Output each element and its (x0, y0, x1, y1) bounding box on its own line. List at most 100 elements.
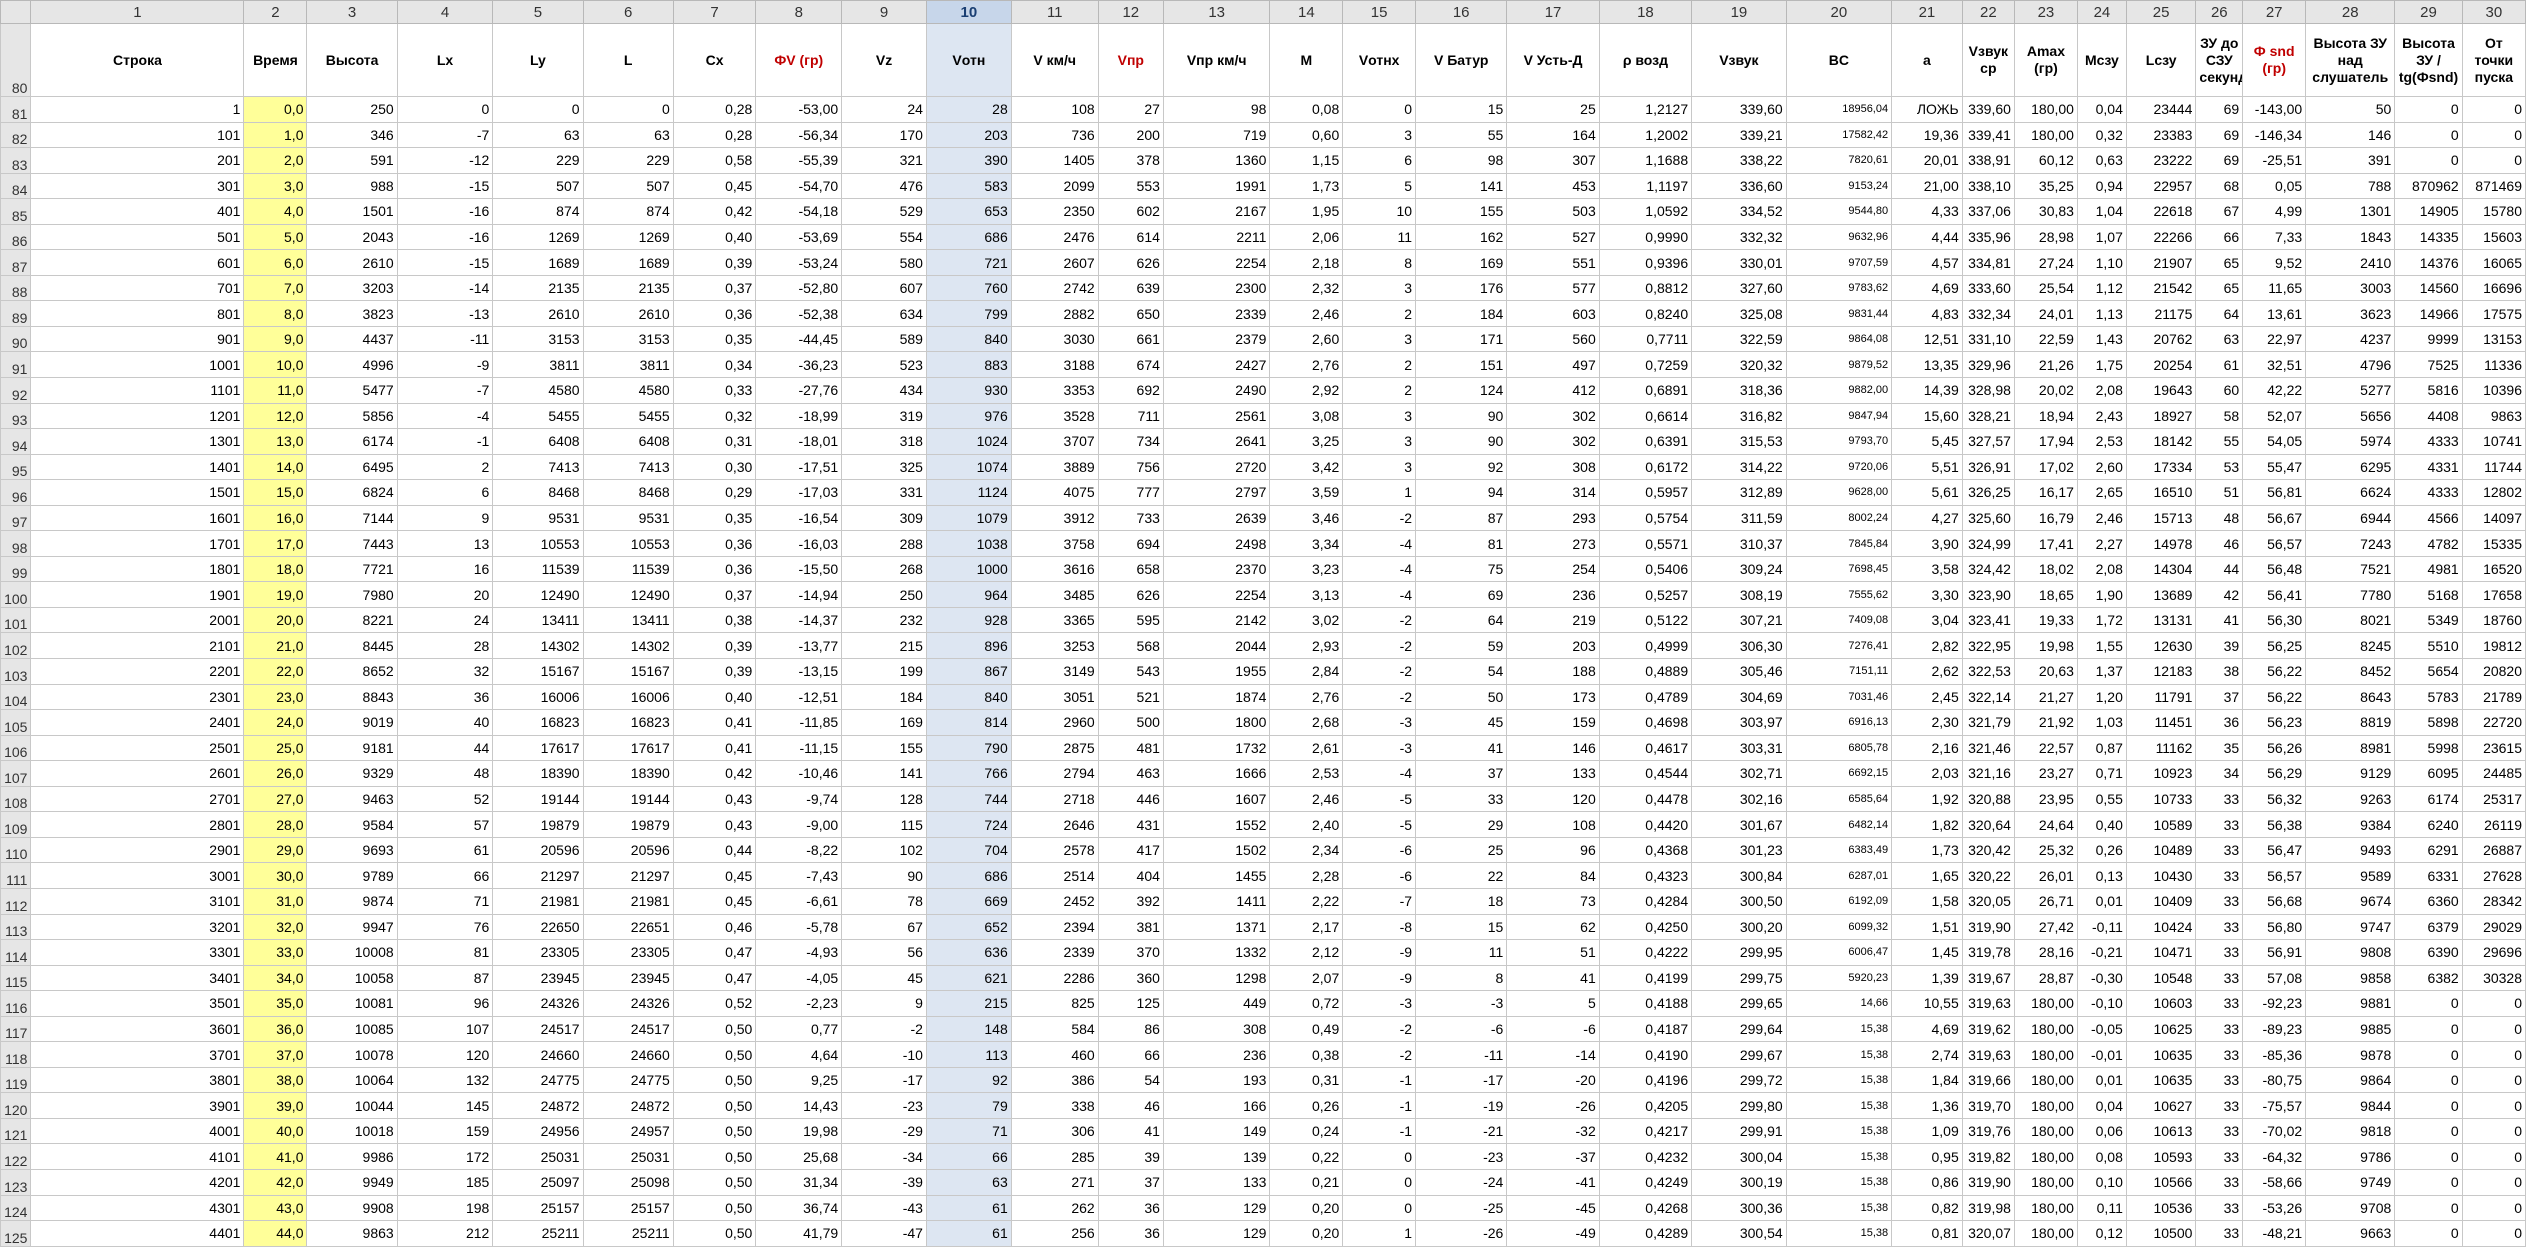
column-header[interactable]: Ф snd (гр) (2242, 23, 2307, 97)
cell[interactable]: 8 (1415, 964, 1508, 992)
cell[interactable]: 6805,78 (1785, 734, 1893, 762)
column-header[interactable]: Vзвук (1691, 23, 1787, 97)
cell[interactable]: 51 (2195, 479, 2244, 506)
cell[interactable]: 3707 (1010, 428, 1099, 455)
cell[interactable]: 25317 (2461, 785, 2526, 813)
column-number-14[interactable]: 14 (1269, 0, 1344, 24)
cell[interactable]: 0,34 (672, 351, 757, 379)
cell[interactable]: 4782 (2394, 530, 2463, 557)
cell[interactable]: 15780 (2461, 198, 2526, 225)
cell[interactable]: 901 (30, 325, 245, 353)
row-number[interactable]: 88 (0, 274, 32, 302)
cell[interactable]: 2639 (1162, 504, 1271, 532)
cell[interactable]: 0,41 (672, 709, 757, 736)
cell[interactable]: 14905 (2394, 198, 2463, 225)
cell[interactable]: 0,36 (672, 300, 757, 327)
cell[interactable]: 9878 (2305, 1041, 2396, 1068)
cell[interactable]: 40,0 (243, 1117, 308, 1145)
cell[interactable]: -43 (841, 1194, 927, 1222)
cell[interactable]: 4,33 (1891, 198, 1963, 225)
cell[interactable]: 46 (2195, 530, 2244, 557)
cell[interactable]: 9947 (306, 913, 398, 941)
cell[interactable]: 503 (1506, 198, 1600, 225)
cell[interactable]: 1502 (1162, 836, 1271, 864)
cell[interactable]: 10085 (306, 1015, 398, 1043)
cell[interactable]: 4,27 (1891, 504, 1963, 532)
cell[interactable]: 339,60 (1961, 96, 2015, 123)
cell[interactable]: 8 (1342, 249, 1417, 276)
cell[interactable]: 814 (925, 709, 1012, 736)
cell[interactable]: 328,98 (1961, 377, 2015, 404)
cell[interactable]: 692 (1097, 377, 1164, 404)
cell[interactable]: 65 (2195, 249, 2244, 276)
row-number[interactable]: 85 (0, 198, 32, 225)
cell[interactable]: 825 (1010, 990, 1099, 1017)
cell[interactable]: 10553 (582, 530, 674, 557)
cell[interactable]: 61 (925, 1220, 1012, 1247)
cell[interactable]: 17575 (2461, 300, 2526, 327)
cell[interactable]: 23,95 (2013, 785, 2078, 813)
cell[interactable]: 180,00 (2013, 1194, 2078, 1222)
cell[interactable]: 9463 (306, 785, 398, 813)
row-number[interactable]: 108 (0, 785, 32, 813)
cell[interactable]: 300,19 (1691, 1168, 1787, 1196)
cell[interactable]: 10044 (306, 1092, 398, 1119)
cell[interactable]: -25,51 (2242, 147, 2307, 174)
cell[interactable]: 4,57 (1891, 249, 1963, 276)
cell[interactable]: 229 (492, 147, 584, 174)
cell[interactable]: -14,94 (755, 581, 843, 608)
cell[interactable]: 7413 (492, 453, 584, 481)
cell[interactable]: -2 (1342, 658, 1417, 685)
cell[interactable]: 721 (925, 249, 1012, 276)
cell[interactable]: 0 (2394, 96, 2463, 123)
cell[interactable]: 2794 (1010, 760, 1099, 787)
cell[interactable]: 13131 (2125, 606, 2197, 634)
cell[interactable]: 333,60 (1961, 274, 2015, 302)
cell[interactable]: 184 (1415, 300, 1508, 327)
cell[interactable]: 7698,45 (1785, 555, 1893, 583)
cell[interactable]: 309 (841, 504, 927, 532)
cell[interactable]: 314 (1506, 479, 1600, 506)
cell[interactable]: 0,52 (672, 990, 757, 1017)
cell[interactable]: -41 (1506, 1168, 1600, 1196)
cell[interactable]: 180,00 (2013, 96, 2078, 123)
table-row[interactable]: 100 1901 19,0 7980 20 12490 12490 0,37 -14,94 250… (0, 581, 2526, 608)
column-header[interactable]: Vпр (1097, 23, 1164, 97)
cell[interactable]: 3030 (1010, 325, 1099, 353)
cell[interactable]: 6240 (2394, 811, 2463, 838)
cell[interactable]: 14,39 (1891, 377, 1963, 404)
cell[interactable]: 0,39 (672, 658, 757, 685)
cell[interactable]: 3001 (30, 862, 245, 889)
cell[interactable]: 2,74 (1891, 1041, 1963, 1068)
table-row[interactable]: 108 2701 27,0 9463 52 19144 19144 0,43 -9,74 128 7… (0, 785, 2526, 813)
column-number-23[interactable]: 23 (2013, 0, 2078, 24)
cell[interactable]: 39 (1097, 1143, 1164, 1170)
cell[interactable]: 56,57 (2242, 862, 2307, 889)
cell[interactable]: 9708 (2305, 1194, 2396, 1222)
cell[interactable]: 17658 (2461, 581, 2526, 608)
cell[interactable]: 307,21 (1691, 606, 1787, 634)
cell[interactable]: 7845,84 (1785, 530, 1893, 557)
cell[interactable]: 434 (841, 377, 927, 404)
cell[interactable]: 0,9990 (1598, 223, 1693, 251)
cell[interactable]: -2 (1342, 606, 1417, 634)
cell[interactable]: 1607 (1162, 785, 1271, 813)
column-header[interactable]: ρ возд (1598, 23, 1693, 97)
cell[interactable]: 0,5406 (1598, 555, 1693, 583)
cell[interactable]: 580 (841, 249, 927, 276)
column-header[interactable]: Cx (672, 23, 757, 97)
cell[interactable]: 101 (30, 121, 245, 149)
cell[interactable]: 60 (2195, 377, 2244, 404)
cell[interactable]: 20596 (492, 836, 584, 864)
cell[interactable]: 0,32 (672, 402, 757, 430)
table-row[interactable]: 118 3701 37,0 10078 120 24660 24660 0,50 4,64 -10… (0, 1041, 2526, 1068)
cell[interactable]: 219 (1506, 606, 1600, 634)
cell[interactable]: -143,00 (2242, 96, 2307, 123)
cell[interactable]: 4580 (582, 377, 674, 404)
cell[interactable]: 3485 (1010, 581, 1099, 608)
cell[interactable]: 92 (1415, 453, 1508, 481)
cell[interactable]: 20820 (2461, 658, 2526, 685)
cell[interactable]: 33 (2195, 1092, 2244, 1119)
cell[interactable]: 10635 (2125, 1041, 2197, 1068)
cell[interactable]: 27 (1097, 96, 1164, 123)
